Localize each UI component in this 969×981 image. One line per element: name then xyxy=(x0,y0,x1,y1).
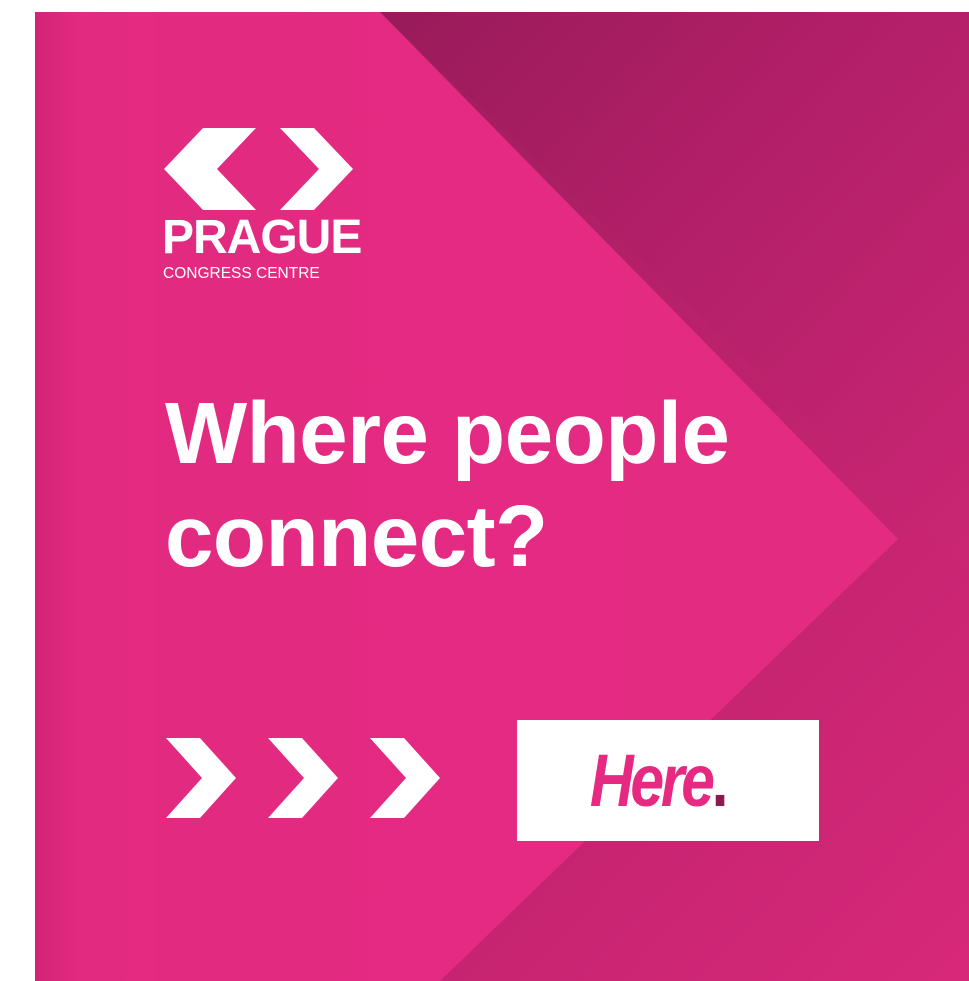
ad-banner: PRAGUE CONGRESS CENTRE Where people conn… xyxy=(35,12,969,981)
logo-wordmark: PRAGUE xyxy=(162,211,362,264)
here-label-text: Here xyxy=(590,738,715,822)
headline: Where people connect? xyxy=(165,382,730,588)
double-chevron-logo-icon xyxy=(164,128,353,210)
triple-chevron-right-icon xyxy=(166,738,440,818)
prague-congress-centre-logo: PRAGUE CONGRESS CENTRE xyxy=(162,128,422,288)
here-button-label: Here. xyxy=(590,743,729,818)
headline-line-2: connect? xyxy=(165,488,548,585)
here-label-punctuation: . xyxy=(712,738,729,822)
logo-subtitle: CONGRESS CENTRE xyxy=(163,265,320,282)
here-button[interactable]: Here. xyxy=(517,720,819,841)
headline-line-1: Where people xyxy=(165,385,730,482)
